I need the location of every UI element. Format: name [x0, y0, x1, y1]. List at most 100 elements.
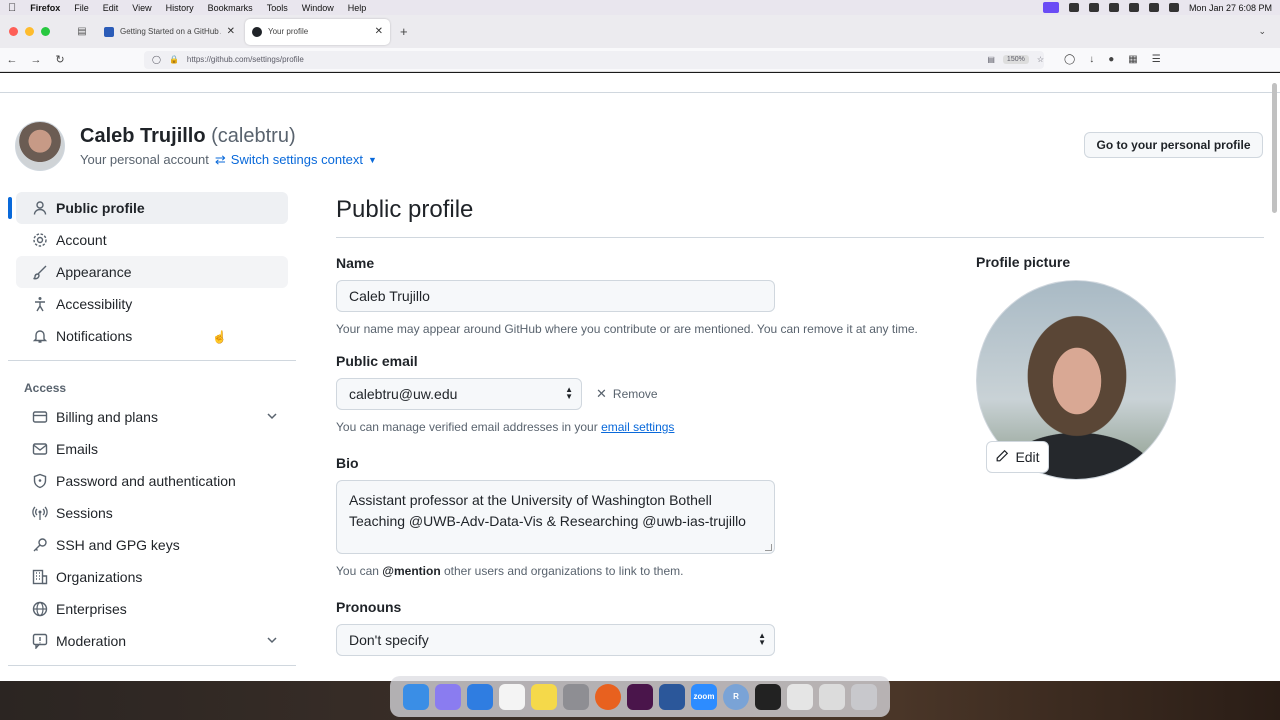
- launchpad-icon[interactable]: [435, 683, 461, 710]
- tab-getting-started[interactable]: Getting Started on a GitHub As ✕: [97, 19, 242, 45]
- sidebar-item-label: Public profile: [56, 200, 145, 216]
- accessibility-icon: [32, 296, 48, 312]
- word-icon[interactable]: [659, 683, 685, 710]
- trash-icon[interactable]: [851, 683, 877, 710]
- zoom-level-badge[interactable]: 150%: [1002, 55, 1029, 64]
- search-icon[interactable]: [1148, 3, 1159, 12]
- close-icon[interactable]: ✕: [227, 26, 235, 37]
- menu-hamburger-icon[interactable]: ☰: [1152, 54, 1161, 65]
- sidebar-item-enterprises[interactable]: Enterprises: [16, 593, 288, 625]
- firefox-icon[interactable]: [595, 683, 621, 710]
- finder-icon[interactable]: [403, 683, 429, 710]
- go-to-personal-profile-button[interactable]: Go to your personal profile: [1084, 132, 1263, 158]
- chevron-down-icon[interactable]: [266, 409, 278, 425]
- lock-icon[interactable]: 🔒: [169, 55, 179, 64]
- close-window-button[interactable]: [9, 27, 18, 36]
- selected-email: calebtru@uw.edu: [349, 386, 458, 402]
- sidebar-item-label: Organizations: [56, 569, 143, 585]
- resize-handle-icon[interactable]: [765, 544, 772, 551]
- back-arrow-icon[interactable]: ←: [0, 54, 24, 66]
- creative-cloud-icon[interactable]: [1108, 3, 1119, 12]
- zoom-app-icon[interactable]: zoom: [691, 683, 717, 710]
- url-text[interactable]: https://github.com/settings/profile: [187, 55, 979, 64]
- bio-line-2: Teaching @UWB-Adv-Data-Vis & Researching…: [349, 513, 746, 529]
- notes-icon[interactable]: [531, 683, 557, 710]
- sidebar-item-organizations[interactable]: Organizations: [16, 561, 288, 593]
- calendar-icon[interactable]: [499, 683, 525, 710]
- sidebar-divider: [8, 360, 296, 361]
- sidebar-item-billing[interactable]: Billing and plans: [16, 401, 288, 433]
- menu-bookmarks[interactable]: Bookmarks: [208, 3, 253, 13]
- remove-email-button[interactable]: ✕ Remove: [596, 386, 658, 402]
- bookmark-star-icon[interactable]: ☆: [1037, 55, 1044, 64]
- sidebar-item-emails[interactable]: Emails: [16, 433, 288, 465]
- r-app-icon[interactable]: R: [723, 683, 749, 710]
- shield-icon[interactable]: ◯: [152, 55, 161, 64]
- credit-card-icon: [32, 409, 48, 425]
- pronouns-select[interactable]: Don't specify ▲ ▼: [336, 624, 775, 656]
- new-tab-button[interactable]: +: [400, 24, 408, 39]
- page-scrollbar[interactable]: [1272, 83, 1277, 213]
- bio-textarea[interactable]: Assistant professor at the University of…: [336, 480, 775, 554]
- menu-view[interactable]: View: [132, 3, 151, 13]
- avatar[interactable]: [15, 121, 65, 171]
- sidebar-item-label: Billing and plans: [56, 409, 158, 425]
- cloud-icon[interactable]: [1088, 3, 1099, 12]
- menu-history[interactable]: History: [166, 3, 194, 13]
- account-icon[interactable]: ●: [1108, 54, 1114, 65]
- menu-tools[interactable]: Tools: [267, 3, 288, 13]
- menu-app-name[interactable]: Firefox: [30, 3, 60, 13]
- reader-view-icon[interactable]: ▤: [987, 55, 995, 64]
- sidebar-item-appearance[interactable]: Appearance: [16, 256, 288, 288]
- reload-icon[interactable]: ↻: [48, 53, 72, 66]
- screen-share-icon[interactable]: [1042, 2, 1059, 13]
- sidebar-toggle-icon[interactable]: ▤: [70, 26, 94, 37]
- close-icon[interactable]: ✕: [375, 26, 383, 37]
- drive-icon[interactable]: [1068, 3, 1079, 12]
- chevron-down-icon[interactable]: [266, 633, 278, 649]
- switch-context-button[interactable]: ⇄ Switch settings context ▼: [215, 152, 377, 168]
- sidebar-item-label: Password and authentication: [56, 473, 236, 489]
- system-settings-icon[interactable]: [563, 683, 589, 710]
- pocket-icon[interactable]: ◯: [1064, 54, 1075, 65]
- apple-icon[interactable]: : [8, 2, 16, 14]
- address-bar[interactable]: ◯ 🔒 https://github.com/settings/profile …: [144, 50, 1044, 69]
- email-settings-link[interactable]: email settings: [601, 420, 674, 434]
- menu-file[interactable]: File: [74, 3, 89, 13]
- menu-edit[interactable]: Edit: [103, 3, 119, 13]
- document-icon[interactable]: [787, 683, 813, 710]
- sidebar-item-accessibility[interactable]: Accessibility: [16, 288, 288, 320]
- terminal-icon[interactable]: [755, 683, 781, 710]
- extensions-icon[interactable]: ▦: [1128, 54, 1137, 65]
- menu-help[interactable]: Help: [348, 3, 367, 13]
- menu-window[interactable]: Window: [302, 3, 334, 13]
- mail-app-icon[interactable]: [467, 683, 493, 710]
- public-email-select[interactable]: calebtru@uw.edu ▲ ▼: [336, 378, 582, 410]
- github-settings-page: Caleb Trujillo (calebtru) Your personal …: [0, 73, 1280, 681]
- page-title: Public profile: [336, 192, 1264, 238]
- bell-icon: [32, 328, 48, 344]
- sidebar-item-moderation[interactable]: Moderation: [16, 625, 288, 657]
- edit-picture-button[interactable]: Edit: [986, 441, 1049, 473]
- sidebar-item-password-auth[interactable]: Password and authentication: [16, 465, 288, 497]
- file-icon[interactable]: [819, 683, 845, 710]
- sidebar-item-sessions[interactable]: Sessions: [16, 497, 288, 529]
- wifi-icon[interactable]: [1128, 3, 1139, 12]
- sidebar-item-account[interactable]: Account: [16, 224, 288, 256]
- downloads-icon[interactable]: ↓: [1089, 54, 1094, 65]
- zoom-window-button[interactable]: [41, 27, 50, 36]
- control-center-icon[interactable]: [1168, 3, 1179, 12]
- report-icon: [32, 633, 48, 649]
- menubar-clock[interactable]: Mon Jan 27 6:08 PM: [1189, 3, 1272, 13]
- edit-label: Edit: [1015, 449, 1040, 465]
- menubar-status-area: Mon Jan 27 6:08 PM: [1042, 2, 1272, 13]
- sidebar-item-ssh-gpg[interactable]: SSH and GPG keys: [16, 529, 288, 561]
- name-input[interactable]: Caleb Trujillo: [336, 280, 775, 312]
- tab-your-profile[interactable]: Your profile ✕: [245, 18, 390, 45]
- sidebar-item-notifications[interactable]: Notifications: [16, 320, 288, 352]
- forward-arrow-icon[interactable]: →: [24, 54, 48, 66]
- sidebar-item-public-profile[interactable]: Public profile: [8, 192, 288, 224]
- slack-icon[interactable]: [627, 683, 653, 710]
- minimize-window-button[interactable]: [25, 27, 34, 36]
- tab-list-chevron-icon[interactable]: ⌄: [1258, 26, 1266, 37]
